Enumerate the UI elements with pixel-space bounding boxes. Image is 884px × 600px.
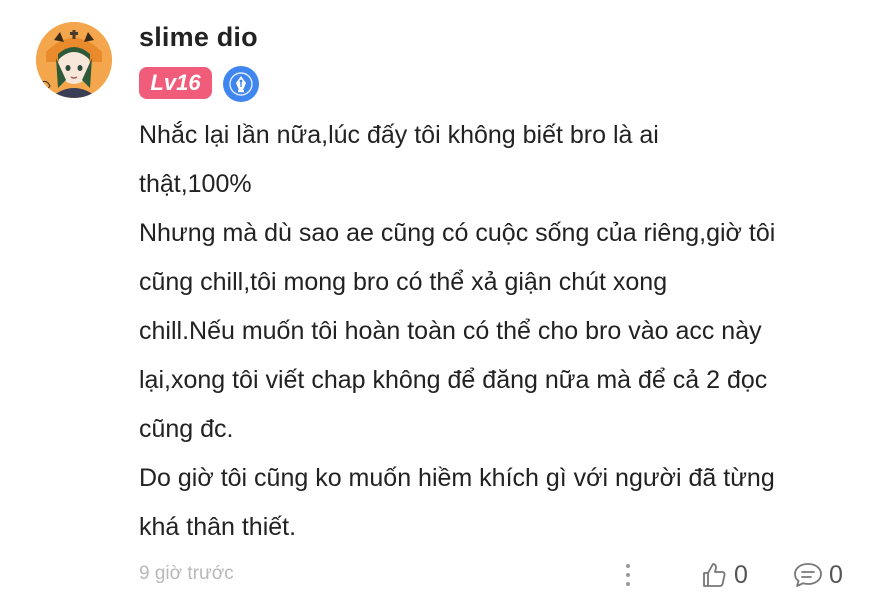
comment-line: cũng chill,tôi mong bro có thể xả giận c… [139,268,668,296]
comment-bubble-icon [794,563,822,587]
thumbs-up-icon [703,563,726,587]
comment-line: cũng đc. [139,415,234,443]
comment-line: thật,100% [139,170,252,198]
comment-line: Do giờ tôi cũng ko muốn hiềm khích gì vớ… [139,464,775,492]
reply-button[interactable]: 0 [793,557,843,593]
comment-body: Nhắc lại lần nữa,lúc đấy tôi không biết … [139,111,859,552]
more-vertical-icon-dot [626,582,630,586]
more-vertical-icon-dot [626,573,630,577]
comment-line: khá thân thiết. [139,513,297,541]
more-vertical-icon [626,564,630,568]
comment-line: Nhắc lại lần nữa,lúc đấy tôi không biết … [139,121,659,149]
comment-line: lại,xong tôi viết chap không để đăng nữa… [139,366,768,394]
like-count: 0 [734,560,748,589]
like-button[interactable]: 0 [700,557,748,593]
level-badge: Lv16 [139,67,212,99]
pen-nib-icon [229,72,253,96]
comment-timestamp: 9 giờ trước [139,563,234,584]
more-options-button[interactable] [618,560,638,590]
user-avatar[interactable] [36,22,112,98]
writer-badge [223,66,259,102]
comment-line: Nhưng mà dù sao ae cũng có cuộc sống của… [139,219,776,247]
comment-line: chill.Nếu muốn tôi hoàn toàn có thể cho … [139,317,762,345]
reply-count: 0 [829,560,843,589]
avatar-image [36,22,112,98]
username[interactable]: slime dio [139,22,258,53]
